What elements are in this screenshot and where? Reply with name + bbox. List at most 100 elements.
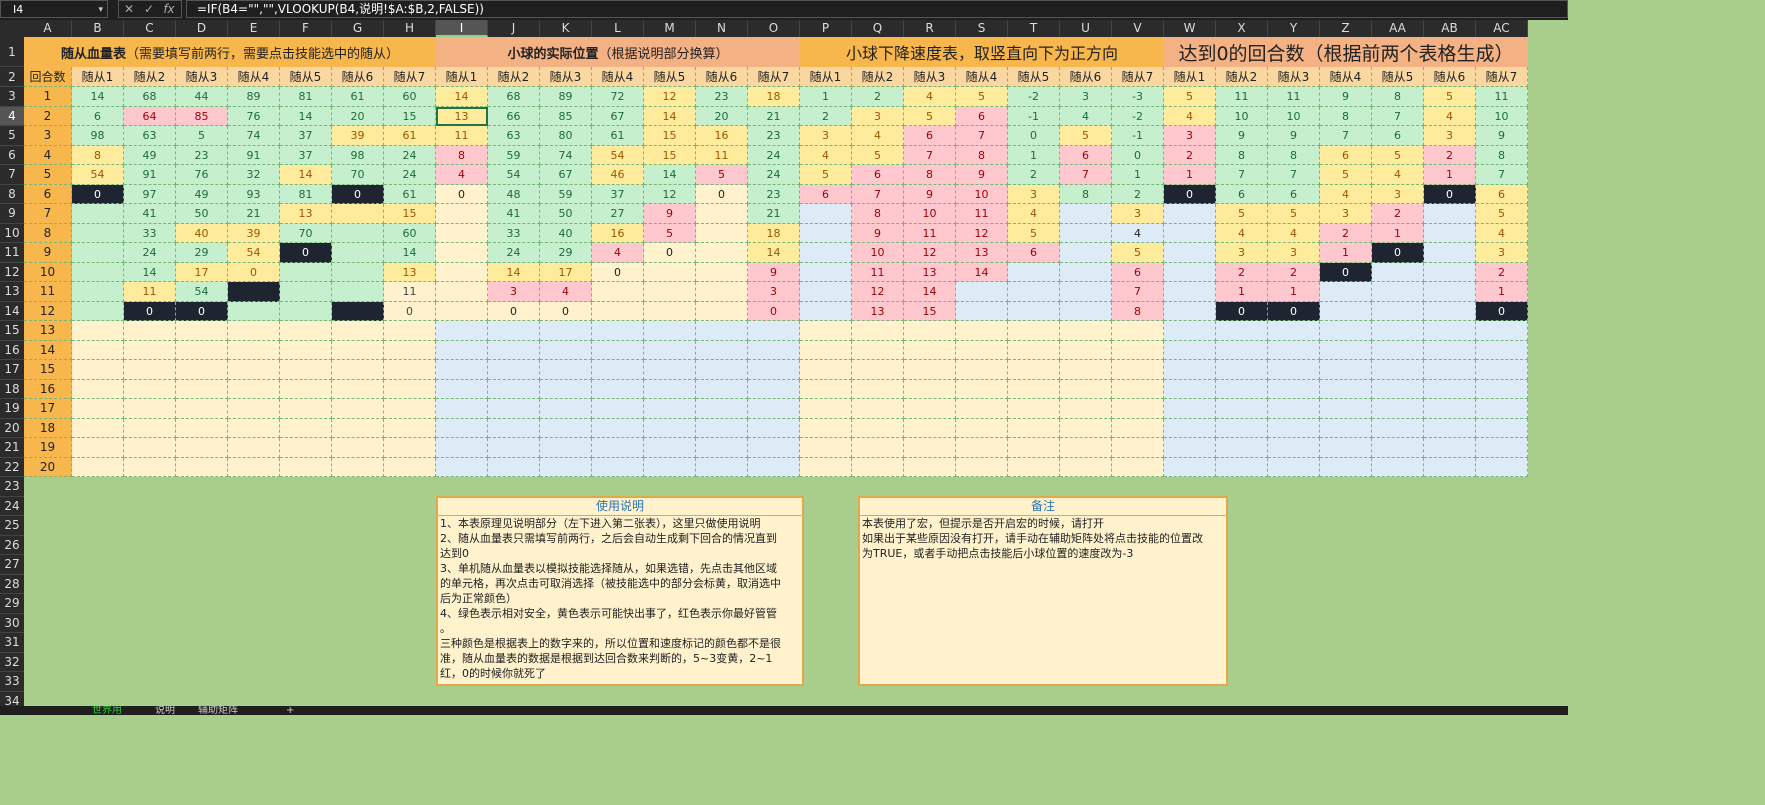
speed-cell[interactable] — [904, 399, 956, 419]
column-header[interactable]: J — [488, 20, 540, 37]
rounds-cell[interactable] — [1320, 340, 1372, 360]
speed-cell[interactable] — [1060, 282, 1112, 302]
column-header[interactable]: W — [1164, 20, 1216, 37]
hp-cell[interactable] — [124, 418, 176, 438]
pos-cell[interactable] — [748, 457, 800, 477]
column-header[interactable]: Z — [1320, 20, 1372, 37]
speed-cell[interactable]: 4 — [904, 87, 956, 107]
pos-cell[interactable] — [592, 301, 644, 321]
rounds-cell[interactable] — [1216, 321, 1268, 341]
pos-cell[interactable]: 16 — [696, 126, 748, 146]
rounds-cell[interactable] — [1476, 360, 1528, 380]
hp-cell[interactable]: 14 — [280, 106, 332, 126]
rounds-cell[interactable]: 6 — [1476, 184, 1528, 204]
rounds-cell[interactable] — [1424, 321, 1476, 341]
speed-cell[interactable] — [956, 282, 1008, 302]
pos-cell[interactable] — [644, 418, 696, 438]
rounds-cell[interactable]: 9 — [1216, 126, 1268, 146]
cancel-icon[interactable]: ✕ — [119, 1, 139, 17]
pos-cell[interactable] — [748, 399, 800, 419]
speed-cell[interactable] — [1112, 457, 1164, 477]
row-header[interactable]: 4 — [0, 106, 24, 126]
pos-cell[interactable]: 24 — [748, 145, 800, 165]
hp-cell[interactable] — [384, 418, 436, 438]
speed-cell[interactable] — [800, 379, 852, 399]
rounds-cell[interactable] — [1372, 262, 1424, 282]
hp-cell[interactable]: 98 — [72, 126, 124, 146]
speed-cell[interactable]: 14 — [956, 262, 1008, 282]
speed-cell[interactable] — [904, 360, 956, 380]
pos-cell[interactable] — [436, 282, 488, 302]
speed-cell[interactable]: 4 — [852, 126, 904, 146]
row-header[interactable]: 34 — [0, 691, 24, 706]
hp-cell[interactable] — [384, 457, 436, 477]
hp-cell[interactable] — [228, 457, 280, 477]
hp-cell[interactable] — [124, 438, 176, 458]
row-header[interactable]: 1 — [0, 37, 24, 67]
speed-cell[interactable]: 3 — [1112, 204, 1164, 224]
hp-cell[interactable]: 14 — [124, 262, 176, 282]
hp-cell[interactable]: 13 — [280, 204, 332, 224]
pos-cell[interactable] — [644, 438, 696, 458]
speed-cell[interactable]: 4 — [800, 145, 852, 165]
speed-cell[interactable]: -2 — [1112, 106, 1164, 126]
hp-cell[interactable] — [384, 379, 436, 399]
speed-cell[interactable] — [956, 399, 1008, 419]
rounds-cell[interactable] — [1424, 282, 1476, 302]
hp-cell[interactable]: 97 — [124, 184, 176, 204]
pos-cell[interactable]: 14 — [488, 262, 540, 282]
speed-cell[interactable]: 2 — [1008, 165, 1060, 185]
speed-cell[interactable]: 5 — [800, 165, 852, 185]
speed-cell[interactable] — [852, 379, 904, 399]
pos-cell[interactable] — [644, 262, 696, 282]
pos-cell[interactable]: 0 — [436, 184, 488, 204]
pos-cell[interactable]: 89 — [540, 87, 592, 107]
pos-cell[interactable] — [436, 262, 488, 282]
rounds-cell[interactable]: 7 — [1372, 106, 1424, 126]
hp-cell[interactable]: 85 — [176, 106, 228, 126]
pos-cell[interactable] — [644, 282, 696, 302]
speed-cell[interactable]: 6 — [852, 165, 904, 185]
speed-cell[interactable] — [1008, 399, 1060, 419]
hp-cell[interactable]: 5 — [176, 126, 228, 146]
row-header[interactable]: 8 — [0, 184, 24, 204]
speed-cell[interactable] — [1060, 438, 1112, 458]
pos-cell[interactable]: 0 — [748, 301, 800, 321]
hp-cell[interactable] — [332, 418, 384, 438]
pos-cell[interactable] — [436, 418, 488, 438]
speed-cell[interactable] — [852, 340, 904, 360]
speed-cell[interactable]: 8 — [852, 204, 904, 224]
speed-cell[interactable] — [1008, 301, 1060, 321]
rounds-cell[interactable]: 1 — [1164, 165, 1216, 185]
hp-cell[interactable] — [72, 223, 124, 243]
rounds-cell[interactable]: 7 — [1476, 165, 1528, 185]
column-header[interactable]: Q — [852, 20, 904, 37]
speed-cell[interactable] — [1008, 321, 1060, 341]
speed-cell[interactable] — [956, 438, 1008, 458]
speed-cell[interactable]: 10 — [852, 243, 904, 263]
hp-cell[interactable]: 74 — [228, 126, 280, 146]
speed-cell[interactable] — [1008, 340, 1060, 360]
hp-cell[interactable] — [176, 379, 228, 399]
hp-cell[interactable] — [72, 282, 124, 302]
column-header[interactable]: A — [24, 20, 72, 37]
pos-cell[interactable]: 74 — [540, 145, 592, 165]
column-header[interactable]: H — [384, 20, 436, 37]
pos-cell[interactable]: 67 — [540, 165, 592, 185]
row-header[interactable]: 24 — [0, 496, 24, 516]
rounds-cell[interactable]: 7 — [1216, 165, 1268, 185]
sheet-tab-explanation[interactable]: 说明 — [155, 706, 175, 715]
speed-cell[interactable]: 3 — [1060, 87, 1112, 107]
rounds-cell[interactable] — [1424, 340, 1476, 360]
speed-cell[interactable] — [800, 243, 852, 263]
pos-cell[interactable] — [592, 379, 644, 399]
rounds-cell[interactable]: 2 — [1424, 145, 1476, 165]
rounds-cell[interactable] — [1164, 204, 1216, 224]
rounds-cell[interactable]: 5 — [1268, 204, 1320, 224]
pos-cell[interactable] — [696, 262, 748, 282]
pos-cell[interactable]: 59 — [540, 184, 592, 204]
rounds-cell[interactable]: 1 — [1424, 165, 1476, 185]
hp-cell[interactable]: 76 — [176, 165, 228, 185]
hp-cell[interactable]: 24 — [384, 165, 436, 185]
speed-cell[interactable]: 8 — [1112, 301, 1164, 321]
